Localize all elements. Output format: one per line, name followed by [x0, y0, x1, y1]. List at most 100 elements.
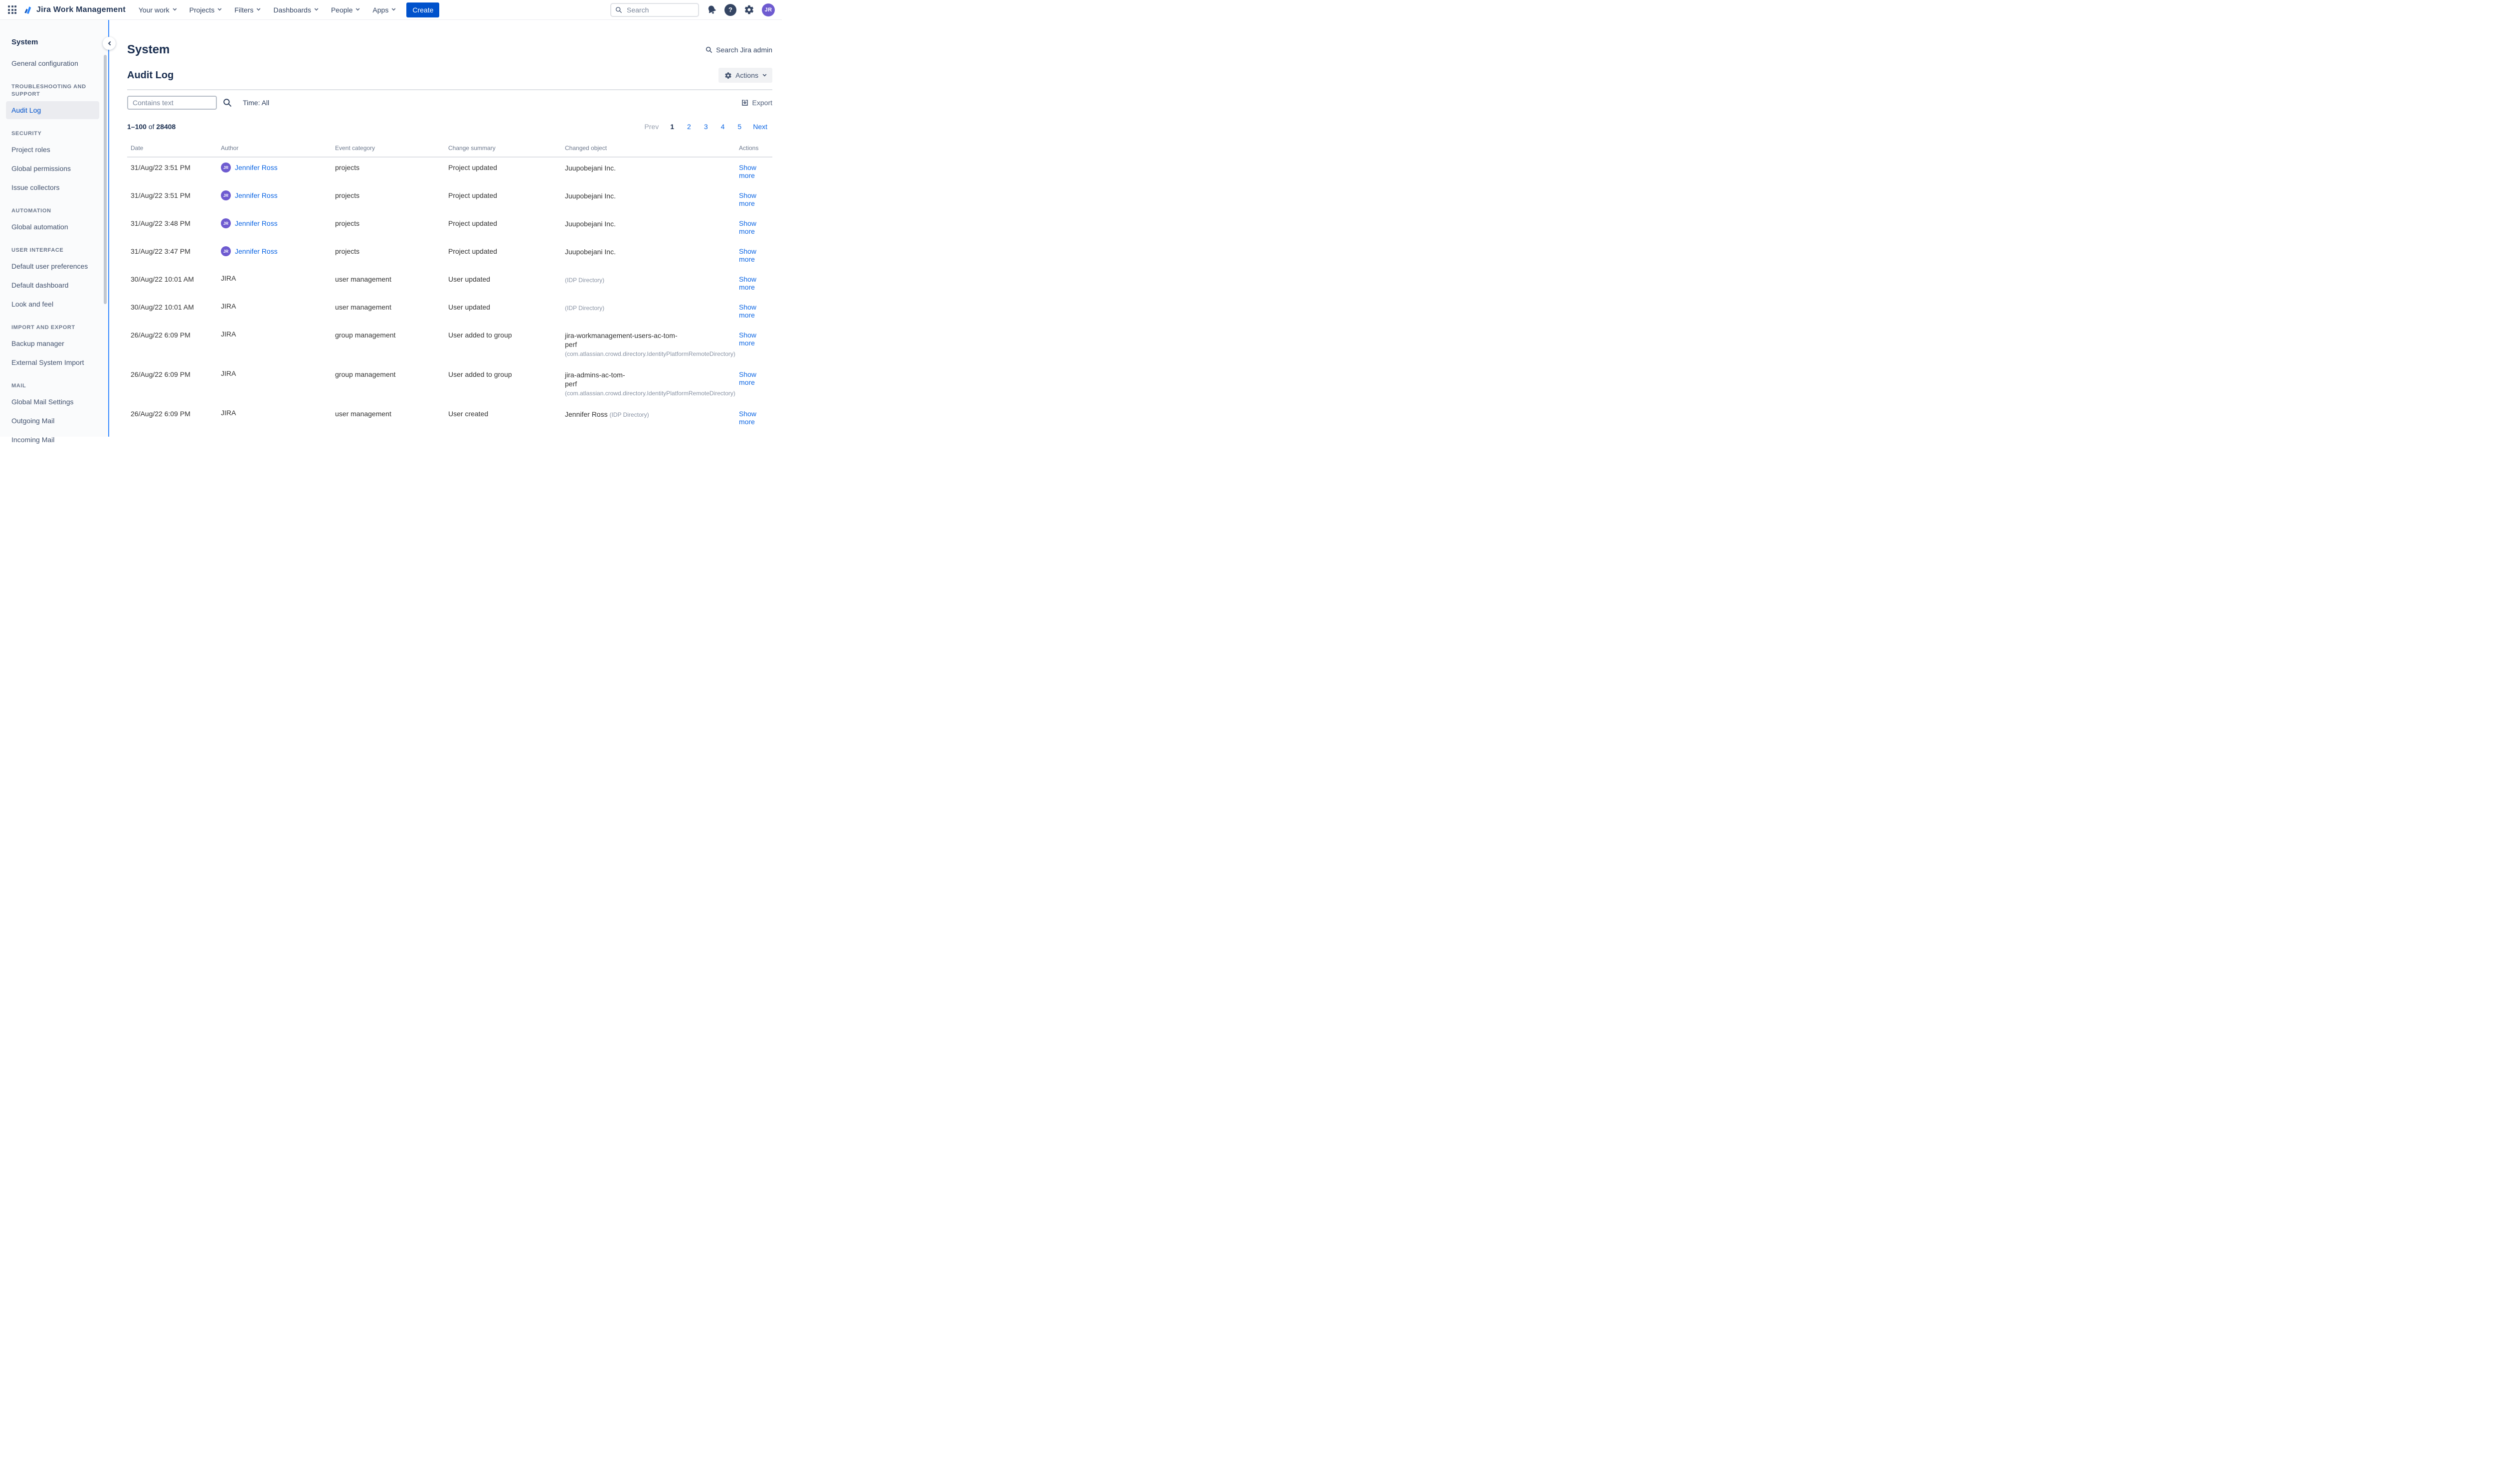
- pagination-next[interactable]: Next: [748, 122, 772, 132]
- sidebar-item-outgoing-mail[interactable]: Outgoing Mail: [6, 412, 99, 430]
- show-more-link[interactable]: Show more: [739, 331, 756, 347]
- cell-change-summary: Project updated: [448, 191, 565, 199]
- primary-nav-menus: Your work Projects Filters Dashboards People…: [139, 6, 395, 14]
- cell-date: 30/Aug/22 10:01 AM: [127, 303, 221, 311]
- author-avatar: JR: [221, 246, 231, 256]
- sidebar-resize-handle[interactable]: [108, 20, 109, 437]
- sidebar-item-external-system-import[interactable]: External System Import: [6, 353, 99, 371]
- show-more-link[interactable]: Show more: [739, 303, 756, 319]
- sidebar-scrollbar[interactable]: [104, 55, 107, 304]
- pagination-prev[interactable]: Prev: [639, 122, 664, 132]
- changed-object-name: perf: [565, 380, 577, 388]
- global-search-input[interactable]: [626, 5, 694, 14]
- sidebar-item-issue-collectors[interactable]: Issue collectors: [6, 178, 99, 196]
- sidebar-item-general-configuration[interactable]: General configuration: [6, 54, 99, 72]
- filter-search-icon[interactable]: [223, 98, 232, 107]
- chevron-down-icon: [173, 7, 177, 11]
- sidebar-item-audit-log[interactable]: Audit Log: [6, 101, 99, 119]
- author-link[interactable]: Jennifer Ross: [235, 164, 278, 171]
- search-jira-admin-link[interactable]: Search Jira admin: [706, 46, 772, 54]
- show-more-link[interactable]: Show more: [739, 219, 756, 235]
- time-filter-dropdown[interactable]: Time: All: [243, 99, 269, 107]
- top-navigation-bar: Jira Work Management Your work Projects Fi…: [0, 0, 782, 20]
- sidebar-section-header: SECURITY: [6, 130, 99, 138]
- nav-menu-people[interactable]: People: [331, 6, 360, 14]
- nav-menu-label: Projects: [189, 6, 215, 14]
- sidebar-item-global-automation[interactable]: Global automation: [6, 218, 99, 236]
- changed-object-line: Juupobejani Inc.: [565, 164, 739, 172]
- global-search[interactable]: [610, 3, 699, 17]
- pagination-page-5[interactable]: 5: [731, 122, 748, 132]
- changed-object-line: Juupobejani Inc.: [565, 219, 739, 228]
- show-more-link[interactable]: Show more: [739, 370, 756, 386]
- pagination-page-2[interactable]: 2: [681, 122, 698, 132]
- table-row: 31/Aug/22 3:48 PM JRJennifer Ross projec…: [127, 213, 772, 241]
- nav-menu-label: Dashboards: [273, 6, 311, 14]
- user-avatar[interactable]: JR: [762, 3, 775, 16]
- changed-object-name: Juupobejani Inc.: [565, 248, 616, 256]
- sidebar-item-default-user-preferences[interactable]: Default user preferences: [6, 257, 99, 275]
- section-divider: [127, 89, 772, 90]
- pagination: Prev12345Next: [639, 122, 772, 132]
- sidebar-item-backup-manager[interactable]: Backup manager: [6, 334, 99, 352]
- audit-log-title: Audit Log: [127, 70, 174, 81]
- help-icon[interactable]: ?: [724, 4, 736, 16]
- sidebar-section: USER INTERFACEDefault user preferencesDe…: [6, 247, 99, 313]
- nav-menu-dashboards[interactable]: Dashboards: [273, 6, 318, 14]
- create-button[interactable]: Create: [406, 2, 439, 17]
- sidebar-item-look-and-feel[interactable]: Look and feel: [6, 295, 99, 313]
- show-more-link[interactable]: Show more: [739, 191, 756, 207]
- table-header-row: DateAuthorEvent categoryChange summaryCh…: [127, 145, 772, 158]
- cell-date: 26/Aug/22 6:09 PM: [127, 370, 221, 378]
- nav-menu-your-work[interactable]: Your work: [139, 6, 177, 14]
- nav-menu-label: Apps: [372, 6, 388, 14]
- sidebar-item-global-mail-settings[interactable]: Global Mail Settings: [6, 393, 99, 411]
- changed-object-line: Juupobejani Inc.: [565, 247, 739, 256]
- show-more-link[interactable]: Show more: [739, 247, 756, 263]
- show-more-link[interactable]: Show more: [739, 275, 756, 291]
- export-button[interactable]: Export: [741, 99, 772, 107]
- sidebar-item-global-permissions[interactable]: Global permissions: [6, 160, 99, 177]
- cell-event-category: projects: [335, 191, 448, 199]
- cell-change-summary: User created: [448, 410, 565, 418]
- table-row: 26/Aug/22 6:09 PM JIRA group management …: [127, 364, 772, 404]
- sidebar-collapse-button[interactable]: [103, 37, 116, 50]
- cell-changed-object: (IDP Directory): [565, 303, 739, 313]
- cell-author: JRJennifer Ross: [221, 163, 335, 172]
- nav-menu-filters[interactable]: Filters: [234, 6, 260, 14]
- pagination-page-4[interactable]: 4: [714, 122, 731, 132]
- actions-button[interactable]: Actions: [718, 68, 772, 83]
- jira-logo[interactable]: Jira Work Management: [22, 4, 126, 15]
- cell-date: 31/Aug/22 3:51 PM: [127, 164, 221, 171]
- app-switcher-icon[interactable]: [8, 5, 16, 14]
- settings-gear-icon[interactable]: [744, 4, 754, 15]
- changed-object-name: jira-admins-ac-tom-: [565, 371, 625, 379]
- cell-changed-object: Juupobejani Inc.: [565, 164, 739, 172]
- sidebar-section-header: AUTOMATION: [6, 207, 99, 215]
- author-link[interactable]: Jennifer Ross: [235, 247, 278, 255]
- cell-change-summary: User added to group: [448, 331, 565, 339]
- sidebar-section-header: TROUBLESHOOTING AND SUPPORT: [6, 83, 99, 98]
- gear-icon: [724, 72, 732, 79]
- sidebar-item-default-dashboard[interactable]: Default dashboard: [6, 276, 99, 294]
- changed-object-line: (IDP Directory): [565, 303, 739, 313]
- author-avatar: JR: [221, 190, 231, 200]
- changed-object-directory: (IDP Directory): [565, 277, 604, 284]
- sidebar-item-project-roles[interactable]: Project roles: [6, 141, 99, 159]
- contains-text-input[interactable]: [127, 96, 217, 110]
- cell-changed-object: jira-admins-ac-tom-perf (com.atlassian.c…: [565, 370, 739, 398]
- pagination-page-3[interactable]: 3: [698, 122, 714, 132]
- sidebar-item-incoming-mail[interactable]: Incoming Mail: [6, 431, 99, 449]
- notifications-bell-icon[interactable]: [707, 4, 717, 15]
- changed-object-line: Juupobejani Inc.: [565, 191, 739, 200]
- nav-menu-projects[interactable]: Projects: [189, 6, 222, 14]
- author-system: JIRA: [221, 302, 236, 310]
- sidebar-section-header: MAIL: [6, 382, 99, 390]
- nav-menu-apps[interactable]: Apps: [372, 6, 395, 14]
- cell-author: JIRA: [221, 409, 335, 417]
- show-more-link[interactable]: Show more: [739, 410, 756, 426]
- changed-object-line: perf (com.atlassian.crowd.directory.Iden…: [565, 340, 739, 358]
- author-link[interactable]: Jennifer Ross: [235, 191, 278, 199]
- author-link[interactable]: Jennifer Ross: [235, 219, 278, 227]
- show-more-link[interactable]: Show more: [739, 164, 756, 179]
